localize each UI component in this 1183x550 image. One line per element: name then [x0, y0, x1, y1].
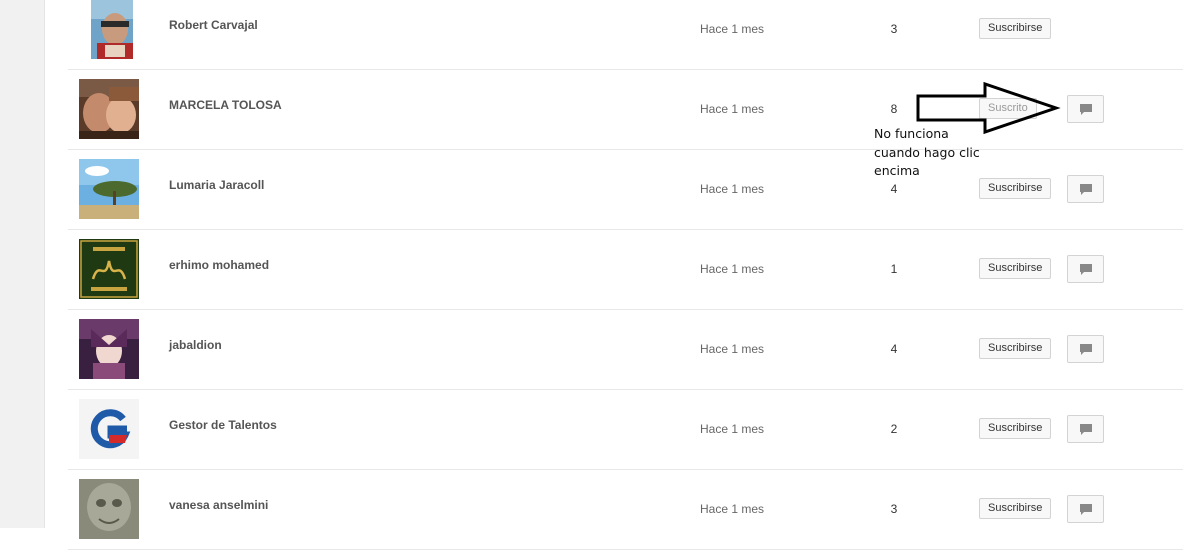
avatar[interactable]: [79, 319, 139, 379]
video-count: 3: [890, 502, 898, 516]
video-count: 4: [890, 342, 898, 356]
list-item: vanesa anselmini Hace 1 mes 3 Suscribirs…: [68, 469, 1183, 550]
user-name[interactable]: Gestor de Talentos: [169, 418, 277, 432]
video-count: 2: [890, 422, 898, 436]
subscription-date: Hace 1 mes: [700, 342, 765, 356]
avatar[interactable]: [85, 0, 133, 59]
user-name[interactable]: erhimo mohamed: [169, 258, 269, 272]
subscription-date: Hace 1 mes: [700, 102, 765, 116]
list-item: Lumaria Jaracoll Hace 1 mes 4 Suscribirs…: [68, 149, 1183, 230]
avatar[interactable]: [79, 479, 139, 539]
annotation-line: encima: [874, 163, 920, 178]
list-item: erhimo mohamed Hace 1 mes 1 Suscribirse: [68, 229, 1183, 310]
user-name[interactable]: MARCELA TOLOSA: [169, 98, 282, 112]
annotation-line: No funciona: [874, 126, 949, 141]
list-item: Robert Carvajal Hace 1 mes 3 Suscribirse: [68, 0, 1183, 70]
message-button[interactable]: [1067, 415, 1104, 443]
avatar[interactable]: [79, 239, 139, 299]
user-name[interactable]: jabaldion: [169, 338, 222, 352]
list-item: jabaldion Hace 1 mes 4 Suscribirse: [68, 309, 1183, 390]
subscribe-button[interactable]: Suscribirse: [979, 18, 1052, 39]
subscribe-button[interactable]: Suscribirse: [979, 418, 1052, 439]
annotation-note: No funciona cuando hago clic encima: [874, 125, 994, 181]
message-button[interactable]: [1067, 175, 1104, 203]
avatar[interactable]: [79, 399, 139, 459]
subscribe-button[interactable]: Suscribirse: [979, 258, 1052, 279]
gutter-divider: [44, 0, 45, 528]
message-button[interactable]: [1067, 335, 1104, 363]
subscription-date: Hace 1 mes: [700, 22, 765, 36]
message-button[interactable]: [1067, 255, 1104, 283]
subscribe-button[interactable]: Suscribirse: [979, 498, 1052, 519]
message-button[interactable]: [1067, 95, 1104, 123]
list-item: MARCELA TOLOSA Hace 1 mes 8 Suscrito: [68, 69, 1183, 150]
chat-bubble-icon: [1080, 184, 1092, 195]
subscription-date: Hace 1 mes: [700, 502, 765, 516]
avatar[interactable]: [79, 159, 139, 219]
chat-bubble-icon: [1080, 424, 1092, 435]
user-name[interactable]: vanesa anselmini: [169, 498, 268, 512]
avatar[interactable]: [79, 79, 139, 139]
subscribe-button[interactable]: Suscribirse: [979, 178, 1052, 199]
video-count: 1: [890, 262, 898, 276]
chat-bubble-icon: [1080, 344, 1092, 355]
subscribed-button[interactable]: Suscrito: [979, 98, 1037, 119]
chat-bubble-icon: [1080, 264, 1092, 275]
left-gutter: [0, 0, 44, 528]
chat-bubble-icon: [1080, 504, 1092, 515]
subscription-date: Hace 1 mes: [700, 182, 765, 196]
video-count: 3: [890, 22, 898, 36]
video-count: 8: [890, 102, 898, 116]
subscription-date: Hace 1 mes: [700, 262, 765, 276]
user-name[interactable]: Lumaria Jaracoll: [169, 178, 264, 192]
message-button[interactable]: [1067, 495, 1104, 523]
user-name[interactable]: Robert Carvajal: [169, 18, 258, 32]
subscription-date: Hace 1 mes: [700, 422, 765, 436]
subscribe-button[interactable]: Suscribirse: [979, 338, 1052, 359]
annotation-line: cuando hago clic: [874, 144, 980, 160]
video-count: 4: [890, 182, 898, 196]
list-item: Gestor de Talentos Hace 1 mes 2 Suscribi…: [68, 389, 1183, 470]
chat-bubble-icon: [1080, 104, 1092, 115]
